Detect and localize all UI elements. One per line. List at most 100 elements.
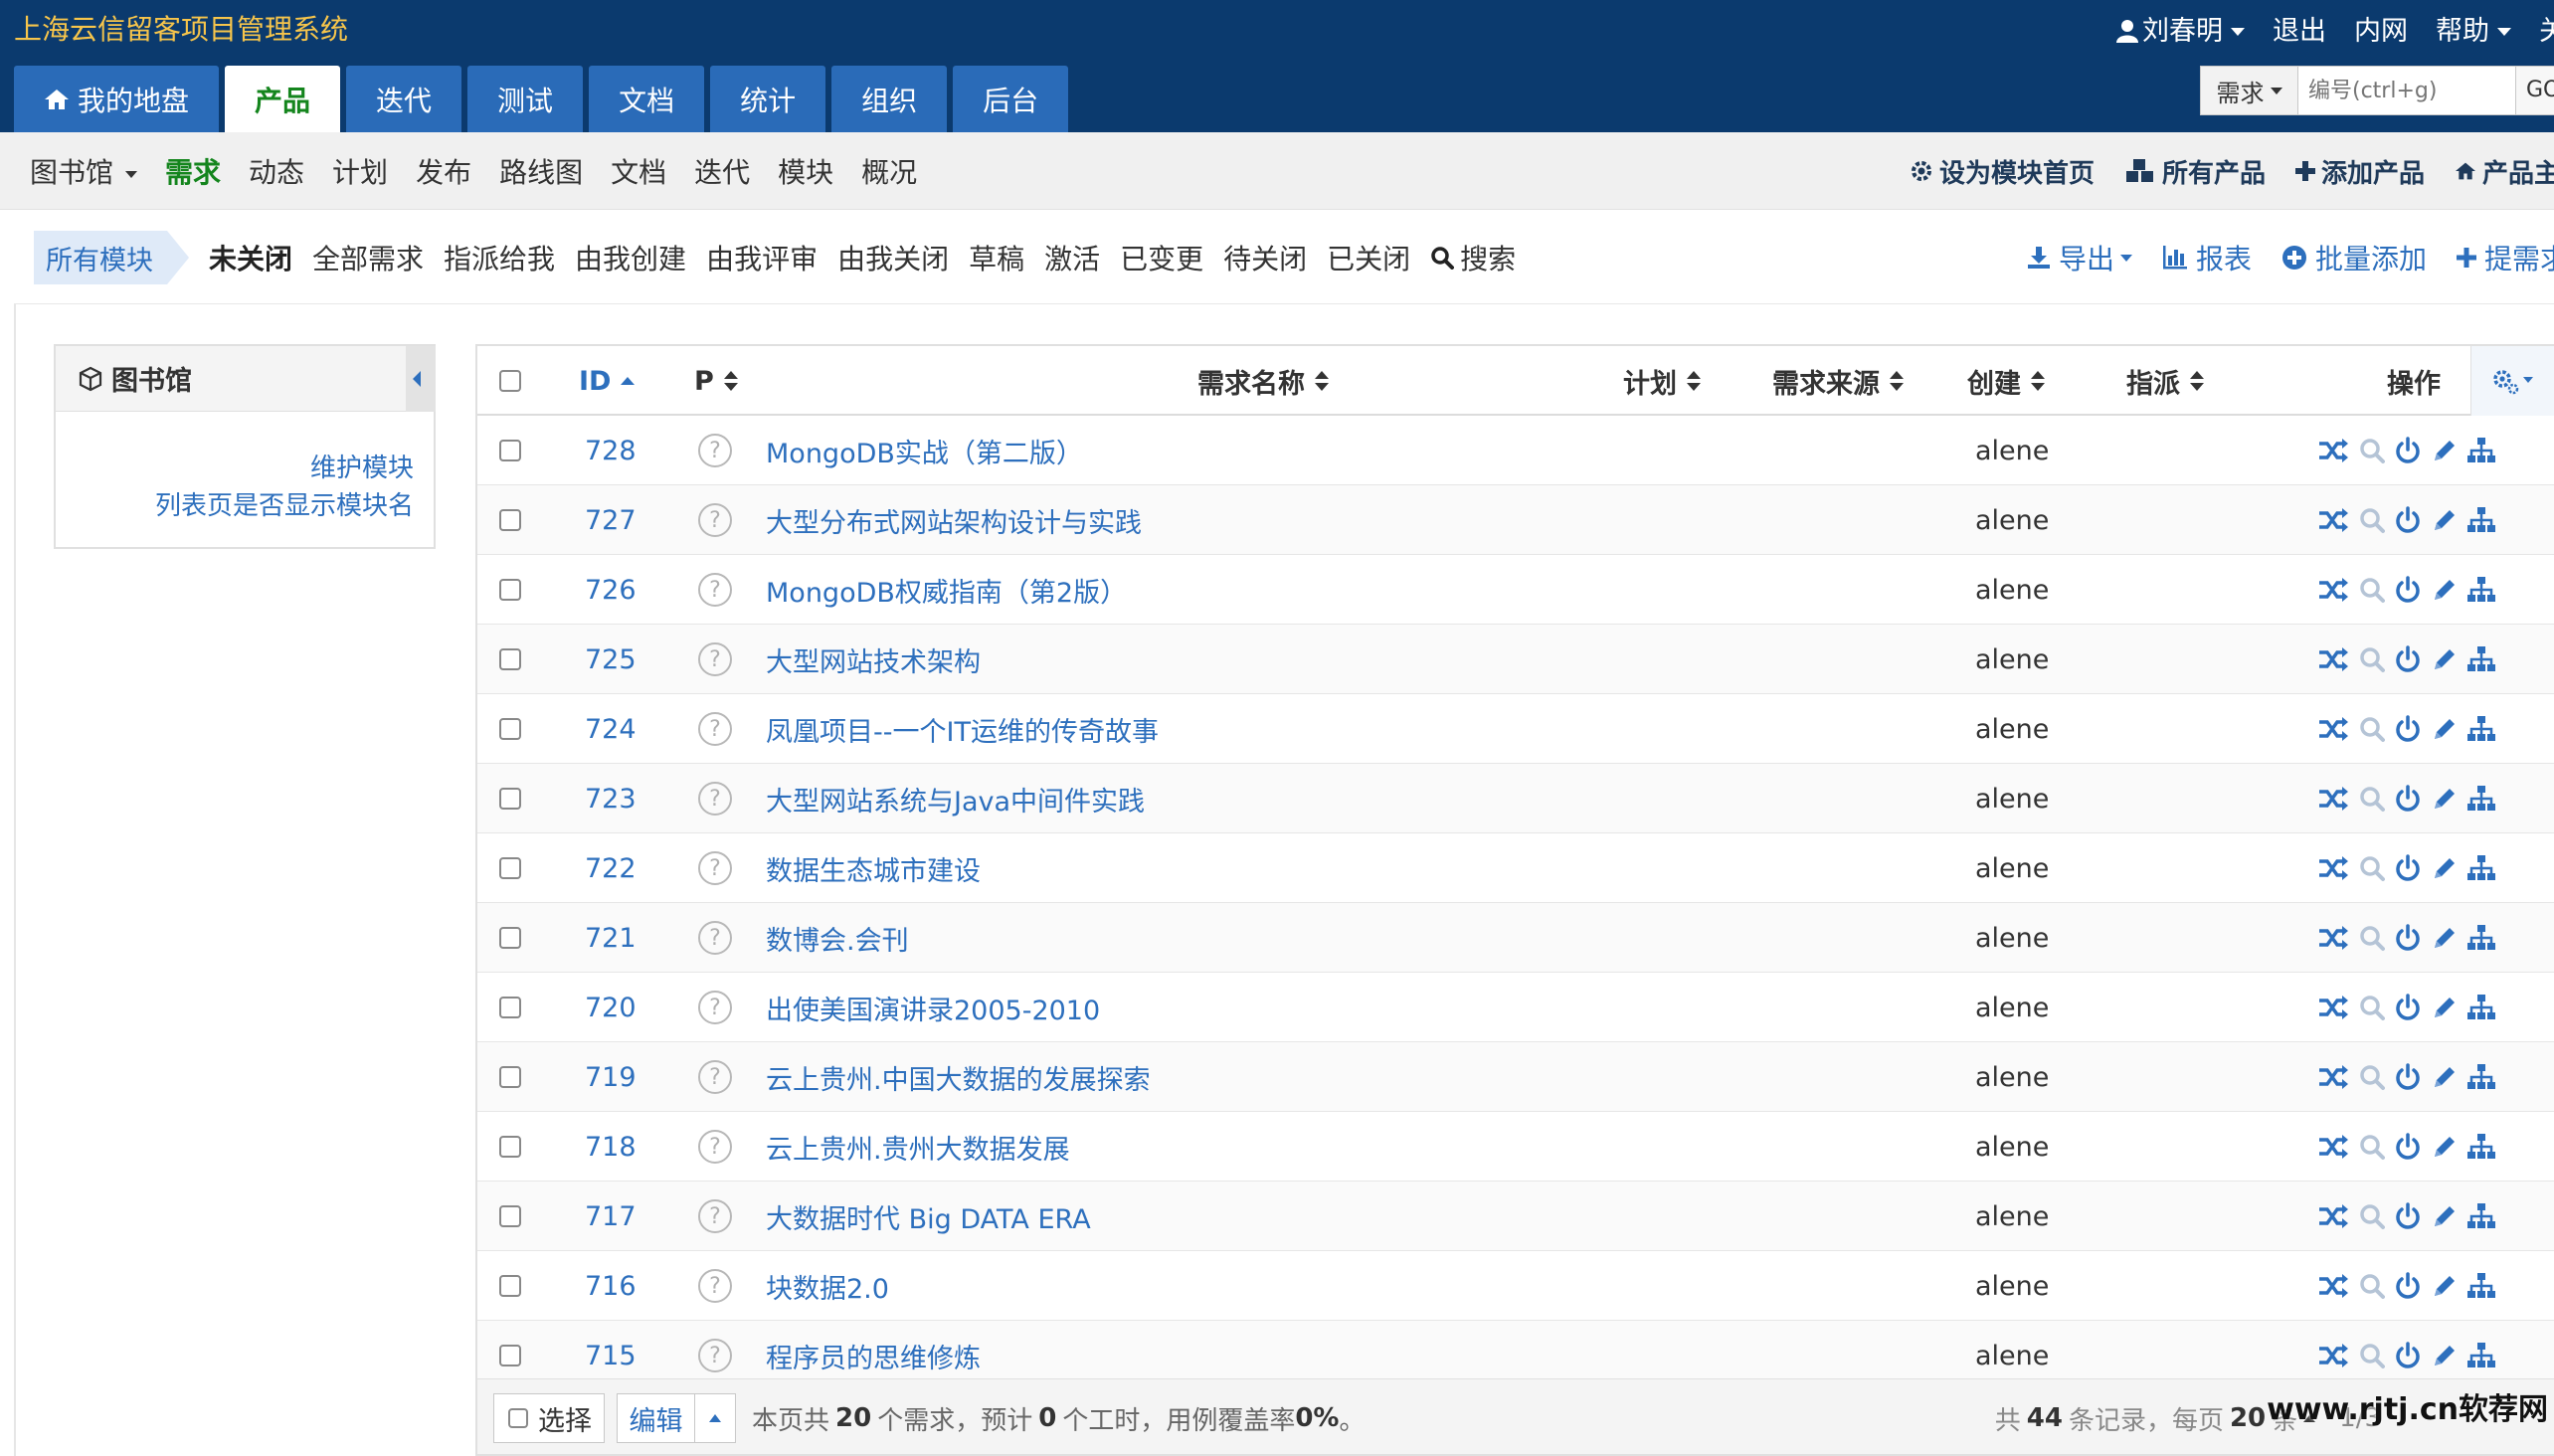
close-button[interactable] [2395,1342,2421,1369]
checkbox[interactable] [499,1205,521,1227]
subdivide-button[interactable] [2466,1133,2496,1161]
review-button[interactable] [2359,437,2385,464]
change-button[interactable] [2317,1133,2349,1161]
subdivide-button[interactable] [2466,437,2496,464]
story-id-link[interactable]: 719 [585,1042,637,1112]
story-id-link[interactable]: 721 [585,903,637,973]
row-select[interactable] [499,1112,521,1182]
checkbox[interactable] [499,857,521,879]
checkbox[interactable] [499,440,521,461]
change-button[interactable] [2317,715,2349,743]
filter-assigned-to-me[interactable]: 指派给我 [444,238,555,277]
close-button[interactable] [2395,506,2421,534]
review-button[interactable] [2359,1202,2385,1230]
review-button[interactable] [2359,924,2385,952]
close-button[interactable] [2395,1272,2421,1300]
story-id-link[interactable]: 720 [585,973,637,1042]
edit-button[interactable] [2431,994,2457,1021]
row-select[interactable] [499,1182,521,1251]
subdivide-button[interactable] [2466,1202,2496,1230]
review-button[interactable] [2359,1063,2385,1091]
nav-tab-stats[interactable]: 统计 [710,66,826,132]
close-button[interactable] [2395,1133,2421,1161]
batch-edit-dropup[interactable] [695,1394,735,1442]
col-title[interactable]: 需求名称 [1094,346,1432,416]
filter-reviewed-by-me[interactable]: 由我评审 [706,238,818,277]
story-id-link[interactable]: 723 [585,764,637,833]
edit-button[interactable] [2431,645,2457,673]
edit-button[interactable] [2431,1342,2457,1369]
change-button[interactable] [2317,1342,2349,1369]
edit-button[interactable] [2431,1272,2457,1300]
set-module-home-link[interactable]: 设为模块首页 [1910,153,2095,190]
module-breadcrumb[interactable]: 所有模块 [34,231,189,284]
row-select[interactable] [499,485,521,555]
batch-edit-button[interactable]: 编辑 [617,1393,736,1443]
checkbox[interactable] [499,1136,521,1158]
edit-button[interactable] [2431,854,2457,882]
add-product-link[interactable]: 添加产品 [2294,153,2425,190]
nav-tab-doc[interactable]: 文档 [589,66,705,132]
review-button[interactable] [2359,576,2385,604]
subdivide-button[interactable] [2466,854,2496,882]
edit-button[interactable] [2431,1202,2457,1230]
checkbox[interactable] [499,648,521,670]
story-id-link[interactable]: 728 [585,416,637,485]
search-input[interactable] [2298,67,2515,114]
edit-button[interactable] [2431,506,2457,534]
user-menu[interactable]: 刘春明 [2116,9,2245,48]
story-id-link[interactable]: 726 [585,555,637,625]
nav-tab-iteration[interactable]: 迭代 [346,66,462,132]
subnav-item-release[interactable]: 发布 [416,151,471,191]
subnav-item-story[interactable]: 需求 [165,151,221,191]
edit-button[interactable] [2431,1063,2457,1091]
subdivide-button[interactable] [2466,715,2496,743]
subdivide-button[interactable] [2466,785,2496,813]
change-button[interactable] [2317,576,2349,604]
story-title-link[interactable]: 凤凰项目--一个IT运维的传奇故事 [766,694,1159,764]
row-select[interactable] [499,833,521,903]
row-select[interactable] [499,973,521,1042]
filter-all[interactable]: 全部需求 [312,238,424,277]
col-creator[interactable]: 创建 [1967,346,2045,416]
subnav-item-roadmap[interactable]: 路线图 [499,151,583,191]
all-products-link[interactable]: 所有产品 [2124,153,2266,190]
show-module-name-link[interactable]: 列表页是否显示模块名 [56,487,414,525]
subnav-item-doc[interactable]: 文档 [611,151,666,191]
story-title-link[interactable]: MongoDB实战（第二版） [766,416,1083,485]
nav-tab-test[interactable]: 测试 [467,66,584,132]
search-type-select[interactable]: 需求 [2201,67,2298,114]
change-button[interactable] [2317,994,2349,1021]
subdivide-button[interactable] [2466,1063,2496,1091]
change-button[interactable] [2317,645,2349,673]
story-id-link[interactable]: 724 [585,694,637,764]
product-switcher[interactable]: 图书馆 [30,151,138,191]
col-pri[interactable]: P [694,346,738,416]
filter-unclosed[interactable]: 未关闭 [209,238,292,277]
story-id-link[interactable]: 727 [585,485,637,555]
filter-closed-by-me[interactable]: 由我关闭 [837,238,949,277]
close-button[interactable] [2395,785,2421,813]
change-button[interactable] [2317,1063,2349,1091]
col-plan[interactable]: 计划 [1623,346,1701,416]
review-button[interactable] [2359,854,2385,882]
story-title-link[interactable]: 大型网站技术架构 [766,625,981,694]
subdivide-button[interactable] [2466,924,2496,952]
review-button[interactable] [2359,785,2385,813]
close-button[interactable] [2395,1063,2421,1091]
change-button[interactable] [2317,437,2349,464]
checkbox[interactable] [499,718,521,740]
edit-button[interactable] [2431,924,2457,952]
checkbox[interactable] [499,579,521,601]
row-select[interactable] [499,903,521,973]
edit-button[interactable] [2431,1133,2457,1161]
about-link[interactable]: 关 [2539,9,2554,48]
sidebar-collapse-toggle[interactable] [406,346,436,412]
subdivide-button[interactable] [2466,576,2496,604]
checkbox[interactable] [499,927,521,949]
subdivide-button[interactable] [2466,1342,2496,1369]
checkbox[interactable] [499,370,521,392]
story-title-link[interactable]: 出使美国演讲录2005-2010 [766,973,1100,1042]
subnav-item-iteration[interactable]: 迭代 [694,151,750,191]
review-button[interactable] [2359,1133,2385,1161]
